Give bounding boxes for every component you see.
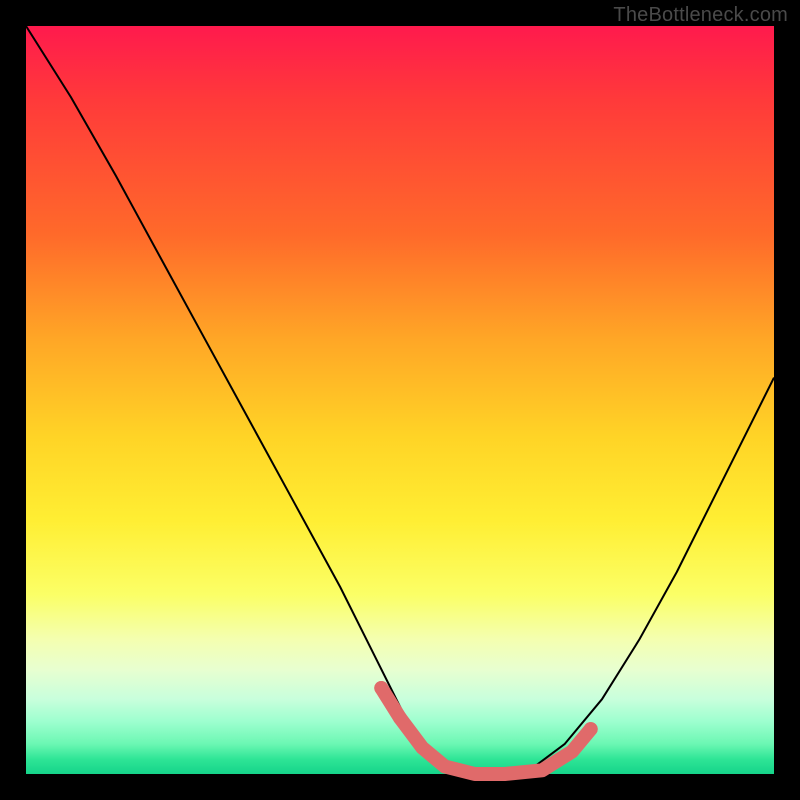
- pink-highlight-dot: [374, 681, 388, 695]
- chart-svg: [26, 26, 774, 774]
- black-curve: [26, 26, 774, 774]
- plot-area: [26, 26, 774, 774]
- pink-highlight-dot: [393, 711, 407, 725]
- pink-highlight-dot: [584, 722, 598, 736]
- pink-highlight: [381, 688, 590, 774]
- watermark-text: TheBottleneck.com: [613, 4, 788, 27]
- frame: TheBottleneck.com: [0, 0, 800, 800]
